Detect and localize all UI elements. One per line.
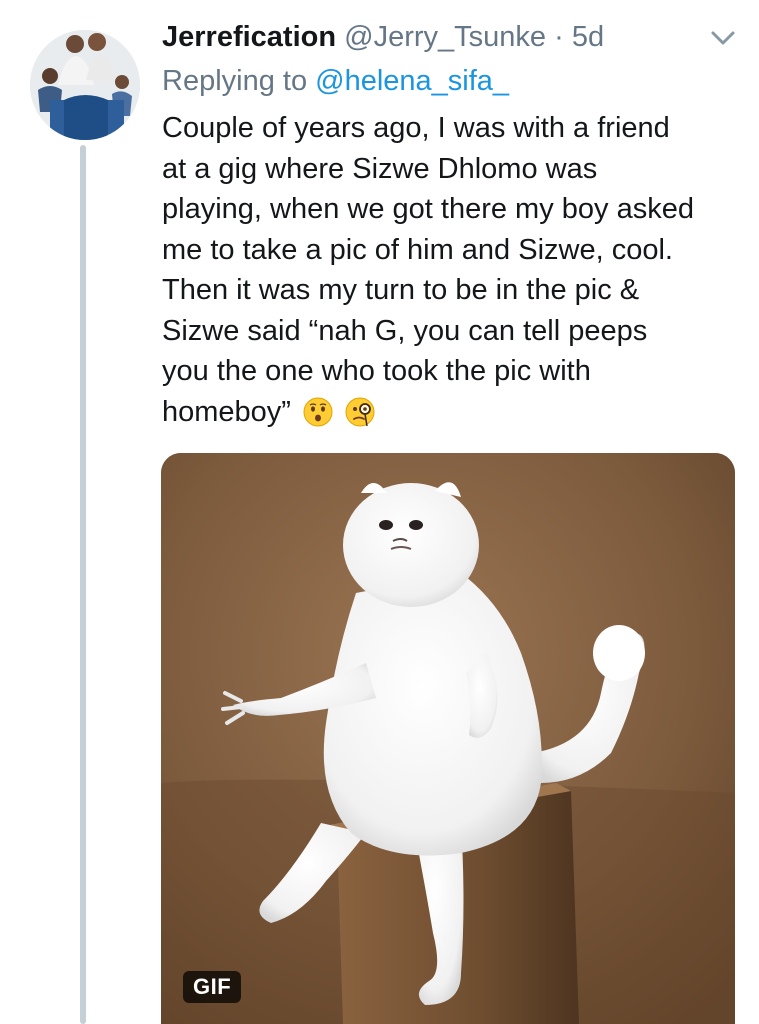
- user-handle[interactable]: @Jerry_Tsunke: [344, 21, 546, 53]
- replying-prefix: Replying to: [162, 65, 308, 97]
- avatar[interactable]: [30, 30, 140, 140]
- tweet-text-line: you the one who took the pic with: [162, 355, 591, 387]
- gif-badge: GIF: [183, 971, 242, 1003]
- tweet-text-last: homeboy”: [162, 395, 291, 428]
- thread-line: [80, 145, 86, 1024]
- hushed-face-emoji-icon: [303, 397, 333, 426]
- avatar-photo-icon: [30, 30, 140, 140]
- tweet-text-line: at a gig where Sizwe Dhlomo was: [162, 152, 598, 185]
- tweet-text-line: playing, when we got there my boy asked: [162, 193, 694, 225]
- tweet-header: Jerrefication @Jerry_Tsunke · 5d: [162, 18, 604, 56]
- tweet-text-line: Sizwe said “nah G, you can tell peeps: [162, 314, 648, 347]
- replying-to: Replying to @helena_sifa_: [162, 62, 509, 100]
- tweet-text-line: Couple of years ago, I was with a friend: [162, 112, 670, 144]
- tweet-media-gif[interactable]: [161, 453, 735, 1024]
- chevron-down-icon[interactable]: [706, 26, 740, 50]
- timestamp[interactable]: 5d: [572, 21, 604, 53]
- tweet-text: Couple of years ago, I was with a friend…: [162, 108, 747, 432]
- reply-mention-link[interactable]: @helena_sifa_: [315, 65, 509, 97]
- tweet-text-line: me to take a pic of him and Sizwe, cool.: [162, 233, 673, 266]
- tweet-text-line: Then it was my turn to be in the pic &: [162, 274, 640, 306]
- tweet-text-line-last: homeboy”: [162, 392, 747, 433]
- persian-cat-statue-gif-icon: [161, 453, 735, 1024]
- separator-dot: ·: [554, 21, 564, 53]
- face-with-monocle-emoji-icon: [345, 397, 375, 426]
- display-name[interactable]: Jerrefication: [162, 21, 336, 53]
